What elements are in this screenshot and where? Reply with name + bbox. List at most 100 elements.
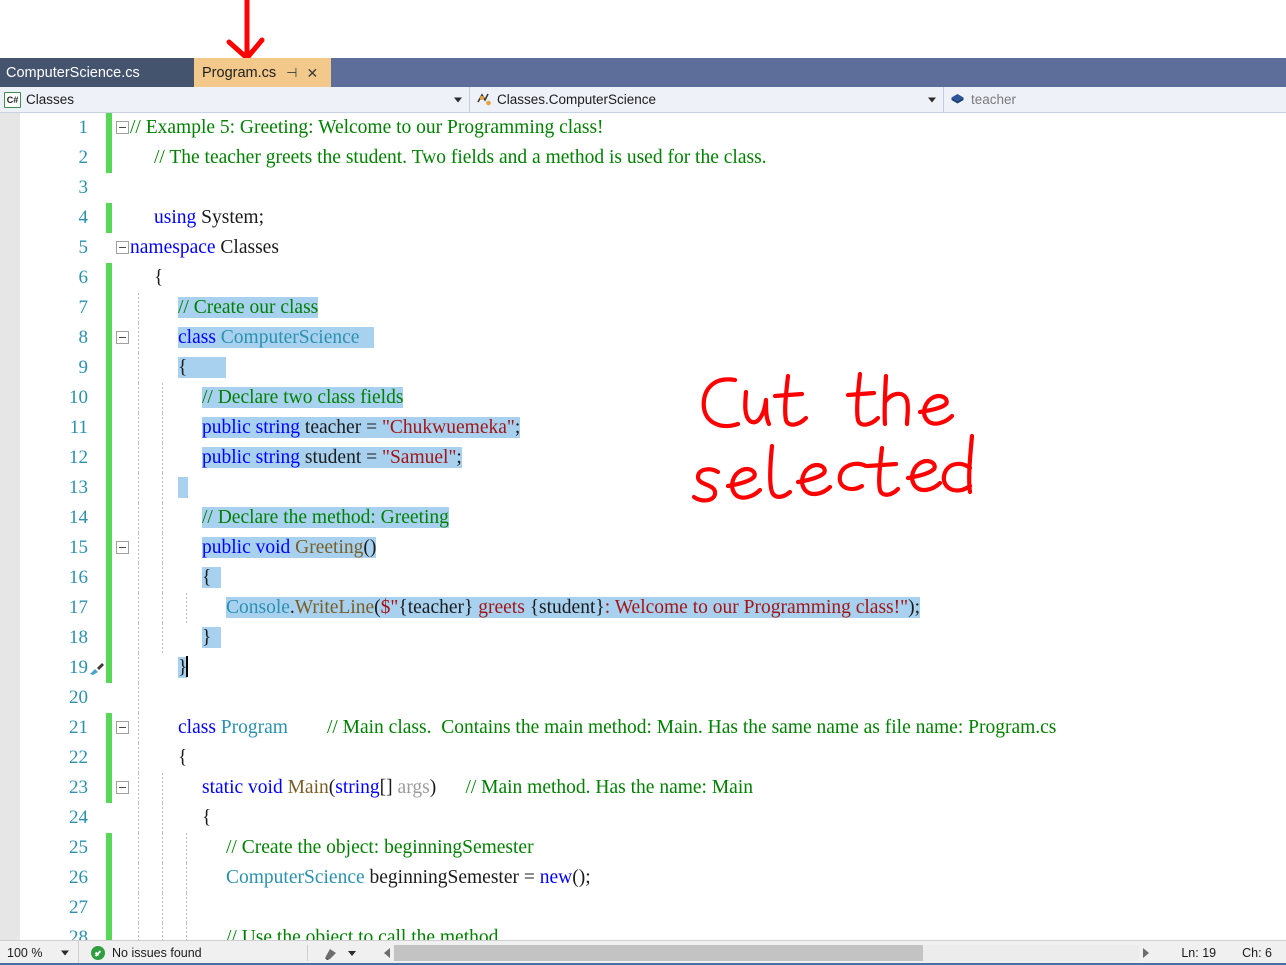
line-number: 10 (69, 387, 88, 408)
collapse-toggle-icon[interactable] (116, 721, 129, 734)
chevron-down-icon[interactable] (928, 97, 936, 102)
code-line[interactable]: 19} (20, 653, 1286, 683)
code-line[interactable]: 24 { (20, 803, 1286, 833)
code-token: { (178, 747, 188, 768)
close-icon[interactable]: ✕ (306, 66, 318, 80)
pen-tool-group[interactable] (308, 946, 380, 961)
code-line[interactable]: 25 // Create the object: beginningSemeste… (20, 833, 1286, 863)
indent-guide (138, 503, 139, 533)
indent-guide (162, 533, 163, 563)
line-number: 26 (69, 867, 88, 888)
indent-guide (162, 893, 163, 923)
project-selector-value: Classes (26, 92, 75, 107)
collapse-toggle-icon[interactable] (116, 331, 129, 344)
pin-icon[interactable]: ⊣ (286, 66, 297, 79)
code-line[interactable]: 6{ (20, 263, 1286, 293)
code-line[interactable]: 23 static void Main(string[] args) // Mai… (20, 773, 1286, 803)
quick-actions-brush-icon[interactable] (89, 662, 105, 676)
code-token: Greeting (295, 537, 364, 558)
indent-guide (138, 443, 139, 473)
tab-computerscience-cs[interactable]: ComputerScience.cs (0, 58, 194, 87)
indent-guide (138, 833, 139, 863)
code-line[interactable]: 3 (20, 173, 1286, 203)
indent-guide (186, 593, 187, 623)
code-line[interactable]: 14 // Declare the method: Greeting (20, 503, 1286, 533)
code-line[interactable]: 7 // Create our class (20, 293, 1286, 323)
indent-guide (138, 383, 139, 413)
change-indicator-bar (106, 623, 112, 653)
code-line[interactable]: 13 (20, 473, 1286, 503)
line-indicator: Ln: 19 (1181, 946, 1217, 960)
code-token: ( (374, 597, 381, 618)
code-line[interactable]: 1 // Example 5: Greeting: Welcome to our … (20, 113, 1286, 143)
code-text: { (178, 743, 187, 773)
code-line[interactable]: 10 // Declare two class fields (20, 383, 1286, 413)
code-token: args (397, 777, 430, 798)
collapse-toggle-icon[interactable] (116, 241, 129, 254)
code-line[interactable]: 17 Console.WriteLine($"{teacher} greets {… (20, 593, 1286, 623)
code-editor[interactable]: 1 // Example 5: Greeting: Welcome to our … (0, 113, 1286, 940)
indent-guide (138, 773, 139, 803)
indent-guide (138, 713, 139, 743)
code-line[interactable]: 15 public void Greeting() (20, 533, 1286, 563)
code-line[interactable]: 4 using System; (20, 203, 1286, 233)
scroll-left-arrow[interactable] (384, 948, 390, 958)
collapse-toggle-icon[interactable] (116, 541, 129, 554)
code-text (178, 473, 188, 503)
code-line[interactable]: 28 // Use the object to call the method (20, 923, 1286, 940)
code-token: Console (226, 597, 290, 618)
chevron-down-icon[interactable] (348, 950, 356, 956)
code-line[interactable]: 9{ (20, 353, 1286, 383)
code-token: // Main method. Has the name: Main (465, 777, 754, 798)
code-token: student = (304, 447, 382, 468)
collapse-toggle-icon[interactable] (116, 121, 129, 134)
code-text: { (154, 263, 163, 293)
type-selector-value: Classes.ComputerScience (497, 92, 657, 107)
code-line[interactable]: 27 (20, 893, 1286, 923)
zoom-level-selector[interactable]: 100 % (0, 941, 79, 965)
chevron-down-icon[interactable] (454, 97, 462, 102)
line-number: 20 (69, 687, 88, 708)
indent-guide (162, 923, 163, 940)
type-selector[interactable]: Classes.ComputerScience (470, 87, 944, 112)
code-text: public void Greeting() (202, 533, 377, 563)
tab-program-cs[interactable]: Program.cs ⊣ ✕ (194, 58, 331, 87)
horizontal-scrollbar[interactable] (380, 941, 1155, 965)
code-line[interactable]: 26 ComputerScience beginningSemester = ne… (20, 863, 1286, 893)
code-line[interactable]: 11 public string teacher = "Chukwuemeka"; (20, 413, 1286, 443)
issues-status[interactable]: No issues found (79, 946, 307, 960)
text-cursor (186, 656, 189, 677)
change-indicator-bar (106, 563, 112, 593)
code-line[interactable]: 21 class Program // Main class. Contains … (20, 713, 1286, 743)
code-token: { (154, 267, 164, 288)
code-line[interactable]: 5 namespace Classes (20, 233, 1286, 263)
scroll-thumb[interactable] (394, 945, 924, 961)
code-token (187, 357, 227, 378)
indent-guide (138, 293, 139, 323)
code-line[interactable]: 2 // The teacher greets the student. Two … (20, 143, 1286, 173)
project-selector[interactable]: C# Classes (0, 87, 470, 112)
code-line[interactable]: 16 { (20, 563, 1286, 593)
indent-guide (186, 833, 187, 863)
code-line[interactable]: 8 class ComputerScience (20, 323, 1286, 353)
indent-guide (162, 383, 163, 413)
indent-guide (138, 653, 139, 683)
code-token: // Create the object: beginningSemester (226, 837, 534, 858)
code-line[interactable]: 20 (20, 683, 1286, 713)
scroll-right-arrow[interactable] (1143, 948, 1150, 958)
code-line[interactable]: 12 public string student = "Samuel"; (20, 443, 1286, 473)
change-indicator-bar (106, 443, 112, 473)
code-line[interactable]: 18} (20, 623, 1286, 653)
change-indicator-bar (106, 143, 112, 173)
scroll-track[interactable] (394, 945, 1140, 961)
code-text: ComputerScience beginningSemester = new(… (226, 863, 591, 893)
member-selector[interactable]: teacher (944, 87, 1286, 112)
code-line[interactable]: 22 { (20, 743, 1286, 773)
code-token: // Create our class (178, 297, 319, 318)
collapse-toggle-icon[interactable] (116, 781, 129, 794)
code-text: // Declare the method: Greeting (202, 503, 449, 533)
code-navigation-bar: C# Classes Classes.ComputerScience teach… (0, 87, 1286, 113)
chevron-down-icon[interactable] (61, 950, 69, 956)
code-token: using (154, 207, 202, 228)
code-token: (); (572, 867, 591, 888)
